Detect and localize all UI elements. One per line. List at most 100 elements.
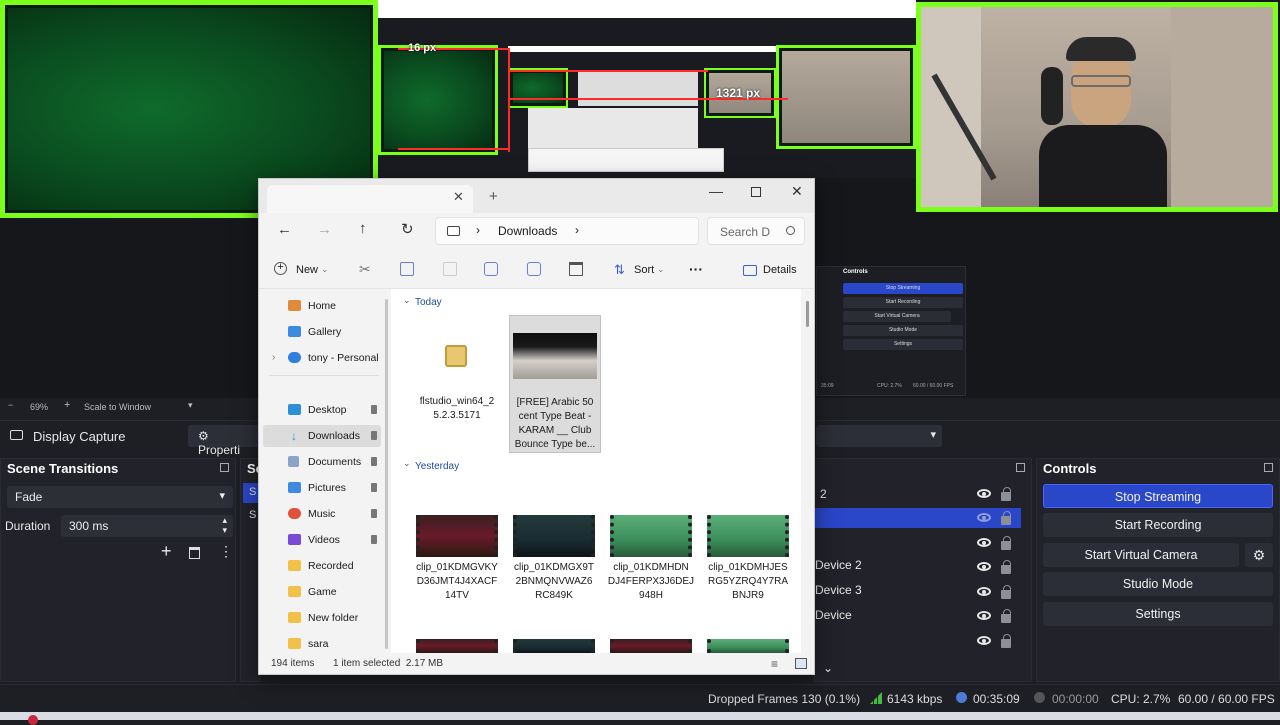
source-row[interactable]: 2: [815, 485, 1031, 505]
start-virtual-camera-button[interactable]: Start Virtual Camera: [1043, 543, 1239, 567]
source-row[interactable]: Device 2: [815, 556, 862, 574]
video-thumbnail[interactable]: [707, 639, 789, 653]
paste-icon[interactable]: [443, 262, 457, 276]
nav-downloads[interactable]: ↓ Downloads: [263, 425, 381, 447]
studio-mode-button[interactable]: Studio Mode: [1043, 572, 1273, 596]
tile-view-icon[interactable]: [795, 658, 807, 669]
start-recording-button[interactable]: Start Recording: [1043, 513, 1273, 537]
nav-new-folder[interactable]: New folder: [263, 607, 381, 629]
close-icon[interactable]: ✕: [453, 189, 464, 205]
lock-icon[interactable]: [1001, 585, 1011, 599]
nav-home[interactable]: Home: [263, 295, 381, 317]
nav-onedrive[interactable]: › tony - Personal: [263, 347, 381, 369]
up-icon[interactable]: ↑: [359, 220, 367, 237]
list-view-icon[interactable]: ≡: [771, 653, 778, 675]
minimize-icon[interactable]: —: [709, 183, 723, 199]
nav-music[interactable]: Music: [263, 503, 381, 525]
address-bar[interactable]: › Downloads ›: [435, 217, 699, 245]
back-icon[interactable]: ←: [277, 221, 292, 238]
transition-select[interactable]: Fade ▾: [7, 486, 233, 508]
file-tile[interactable]: clip_01KDMGVKY D36JMT4J4XACF 14TV: [413, 509, 501, 609]
nav-pictures[interactable]: Pictures: [263, 477, 381, 499]
properties-button[interactable]: ⚙ Properti: [188, 425, 260, 457]
lock-icon[interactable]: [1001, 536, 1011, 550]
eye-icon[interactable]: [977, 611, 991, 620]
more-vertical-icon[interactable]: ⋮: [219, 543, 233, 560]
nav-videos[interactable]: Videos: [263, 529, 381, 551]
float-dock-icon[interactable]: [1264, 463, 1273, 472]
pin-icon[interactable]: [371, 431, 377, 440]
eye-icon[interactable]: [977, 538, 991, 547]
video-thumbnail[interactable]: [513, 639, 595, 653]
search-input[interactable]: Search D: [720, 225, 770, 239]
stop-streaming-button[interactable]: Stop Streaming: [1043, 484, 1273, 508]
sort-button[interactable]: Sort: [634, 264, 654, 276]
virtual-camera-settings-button[interactable]: ⚙: [1245, 543, 1273, 567]
lock-icon[interactable]: [1001, 634, 1011, 648]
taskbar-app-icon[interactable]: [28, 715, 38, 725]
content-scrollbar[interactable]: [806, 301, 809, 327]
scale-mode[interactable]: Scale to Window: [84, 402, 151, 412]
lock-icon[interactable]: [1001, 487, 1011, 501]
eye-icon[interactable]: [977, 636, 991, 645]
nav-scrollbar[interactable]: [385, 299, 388, 649]
delete-icon[interactable]: [569, 262, 583, 276]
nav-recorded[interactable]: Recorded: [263, 555, 381, 577]
new-button[interactable]: New: [296, 264, 318, 276]
nav-game[interactable]: Game: [263, 581, 381, 603]
pin-icon[interactable]: [371, 457, 377, 466]
float-dock-icon[interactable]: [220, 463, 229, 472]
details-button[interactable]: Details: [763, 264, 797, 276]
eye-icon[interactable]: [977, 489, 991, 498]
eye-icon[interactable]: [977, 587, 991, 596]
maximize-icon[interactable]: [751, 187, 761, 197]
source-row[interactable]: Device 3: [815, 581, 862, 599]
rename-icon[interactable]: [484, 262, 498, 276]
eye-off-icon[interactable]: [977, 513, 991, 522]
file-tile[interactable]: flstudio_win64_2 5.2.3.5171: [415, 315, 499, 445]
nav-gallery[interactable]: Gallery: [263, 321, 381, 343]
file-tile[interactable]: clip_01KDMGX9T 2BNMQNVWAZ6 RC849K: [510, 509, 598, 609]
duration-input[interactable]: 300 ms ▴ ▾: [61, 515, 233, 537]
search-box[interactable]: Search D: [707, 217, 805, 245]
chevron-down-icon[interactable]: ⌄: [823, 661, 833, 675]
video-thumbnail[interactable]: [610, 639, 692, 653]
chevron-down-icon[interactable]: ⌄: [403, 295, 411, 306]
zoom-out-icon[interactable]: −: [8, 400, 13, 410]
pin-icon[interactable]: [371, 509, 377, 518]
chevron-down-icon[interactable]: ⌄: [403, 458, 411, 469]
video-thumbnail[interactable]: [416, 639, 498, 653]
lock-icon[interactable]: [1001, 511, 1011, 525]
eye-icon[interactable]: [977, 562, 991, 571]
chevron-down-icon[interactable]: ▾: [188, 400, 193, 411]
settings-button[interactable]: Settings: [1043, 602, 1273, 626]
nav-sara[interactable]: sara: [263, 633, 381, 653]
pin-icon[interactable]: [371, 535, 377, 544]
stepper-icon[interactable]: ▴ ▾: [222, 515, 227, 535]
new-tab-icon[interactable]: +: [489, 188, 498, 205]
source-dropdown[interactable]: ▾: [816, 425, 942, 447]
float-dock-icon[interactable]: [1016, 463, 1025, 472]
nav-documents[interactable]: Documents: [263, 451, 381, 473]
pin-icon[interactable]: [371, 483, 377, 492]
forward-icon[interactable]: →: [317, 221, 332, 238]
share-icon[interactable]: [527, 262, 541, 276]
lock-icon[interactable]: [1001, 560, 1011, 574]
nav-desktop[interactable]: Desktop: [263, 399, 381, 421]
lock-icon[interactable]: [1001, 609, 1011, 623]
zoom-in-icon[interactable]: +: [64, 399, 70, 411]
pin-icon[interactable]: [371, 405, 377, 414]
cut-icon[interactable]: ✂: [359, 261, 371, 278]
file-tile[interactable]: clip_01KDMHJES RG5YZRQ4Y7RA BNJR9: [704, 509, 792, 609]
tab-downloads[interactable]: ✕: [267, 185, 473, 213]
file-tile[interactable]: clip_01KDMHDN DJ4FERPX3J6DEJ 948H: [607, 509, 695, 609]
file-tile-selected[interactable]: [FREE] Arabic 50 cent Type Beat - KARAM …: [509, 315, 601, 453]
breadcrumb-downloads[interactable]: Downloads: [498, 224, 557, 238]
copy-icon[interactable]: [400, 262, 414, 276]
trash-icon[interactable]: [189, 547, 200, 559]
scene-item-active[interactable]: S: [243, 483, 259, 503]
close-window-icon[interactable]: ✕: [791, 183, 803, 200]
source-row[interactable]: Device: [815, 606, 852, 624]
add-icon[interactable]: +: [161, 541, 172, 562]
more-icon[interactable]: ···: [689, 261, 703, 277]
